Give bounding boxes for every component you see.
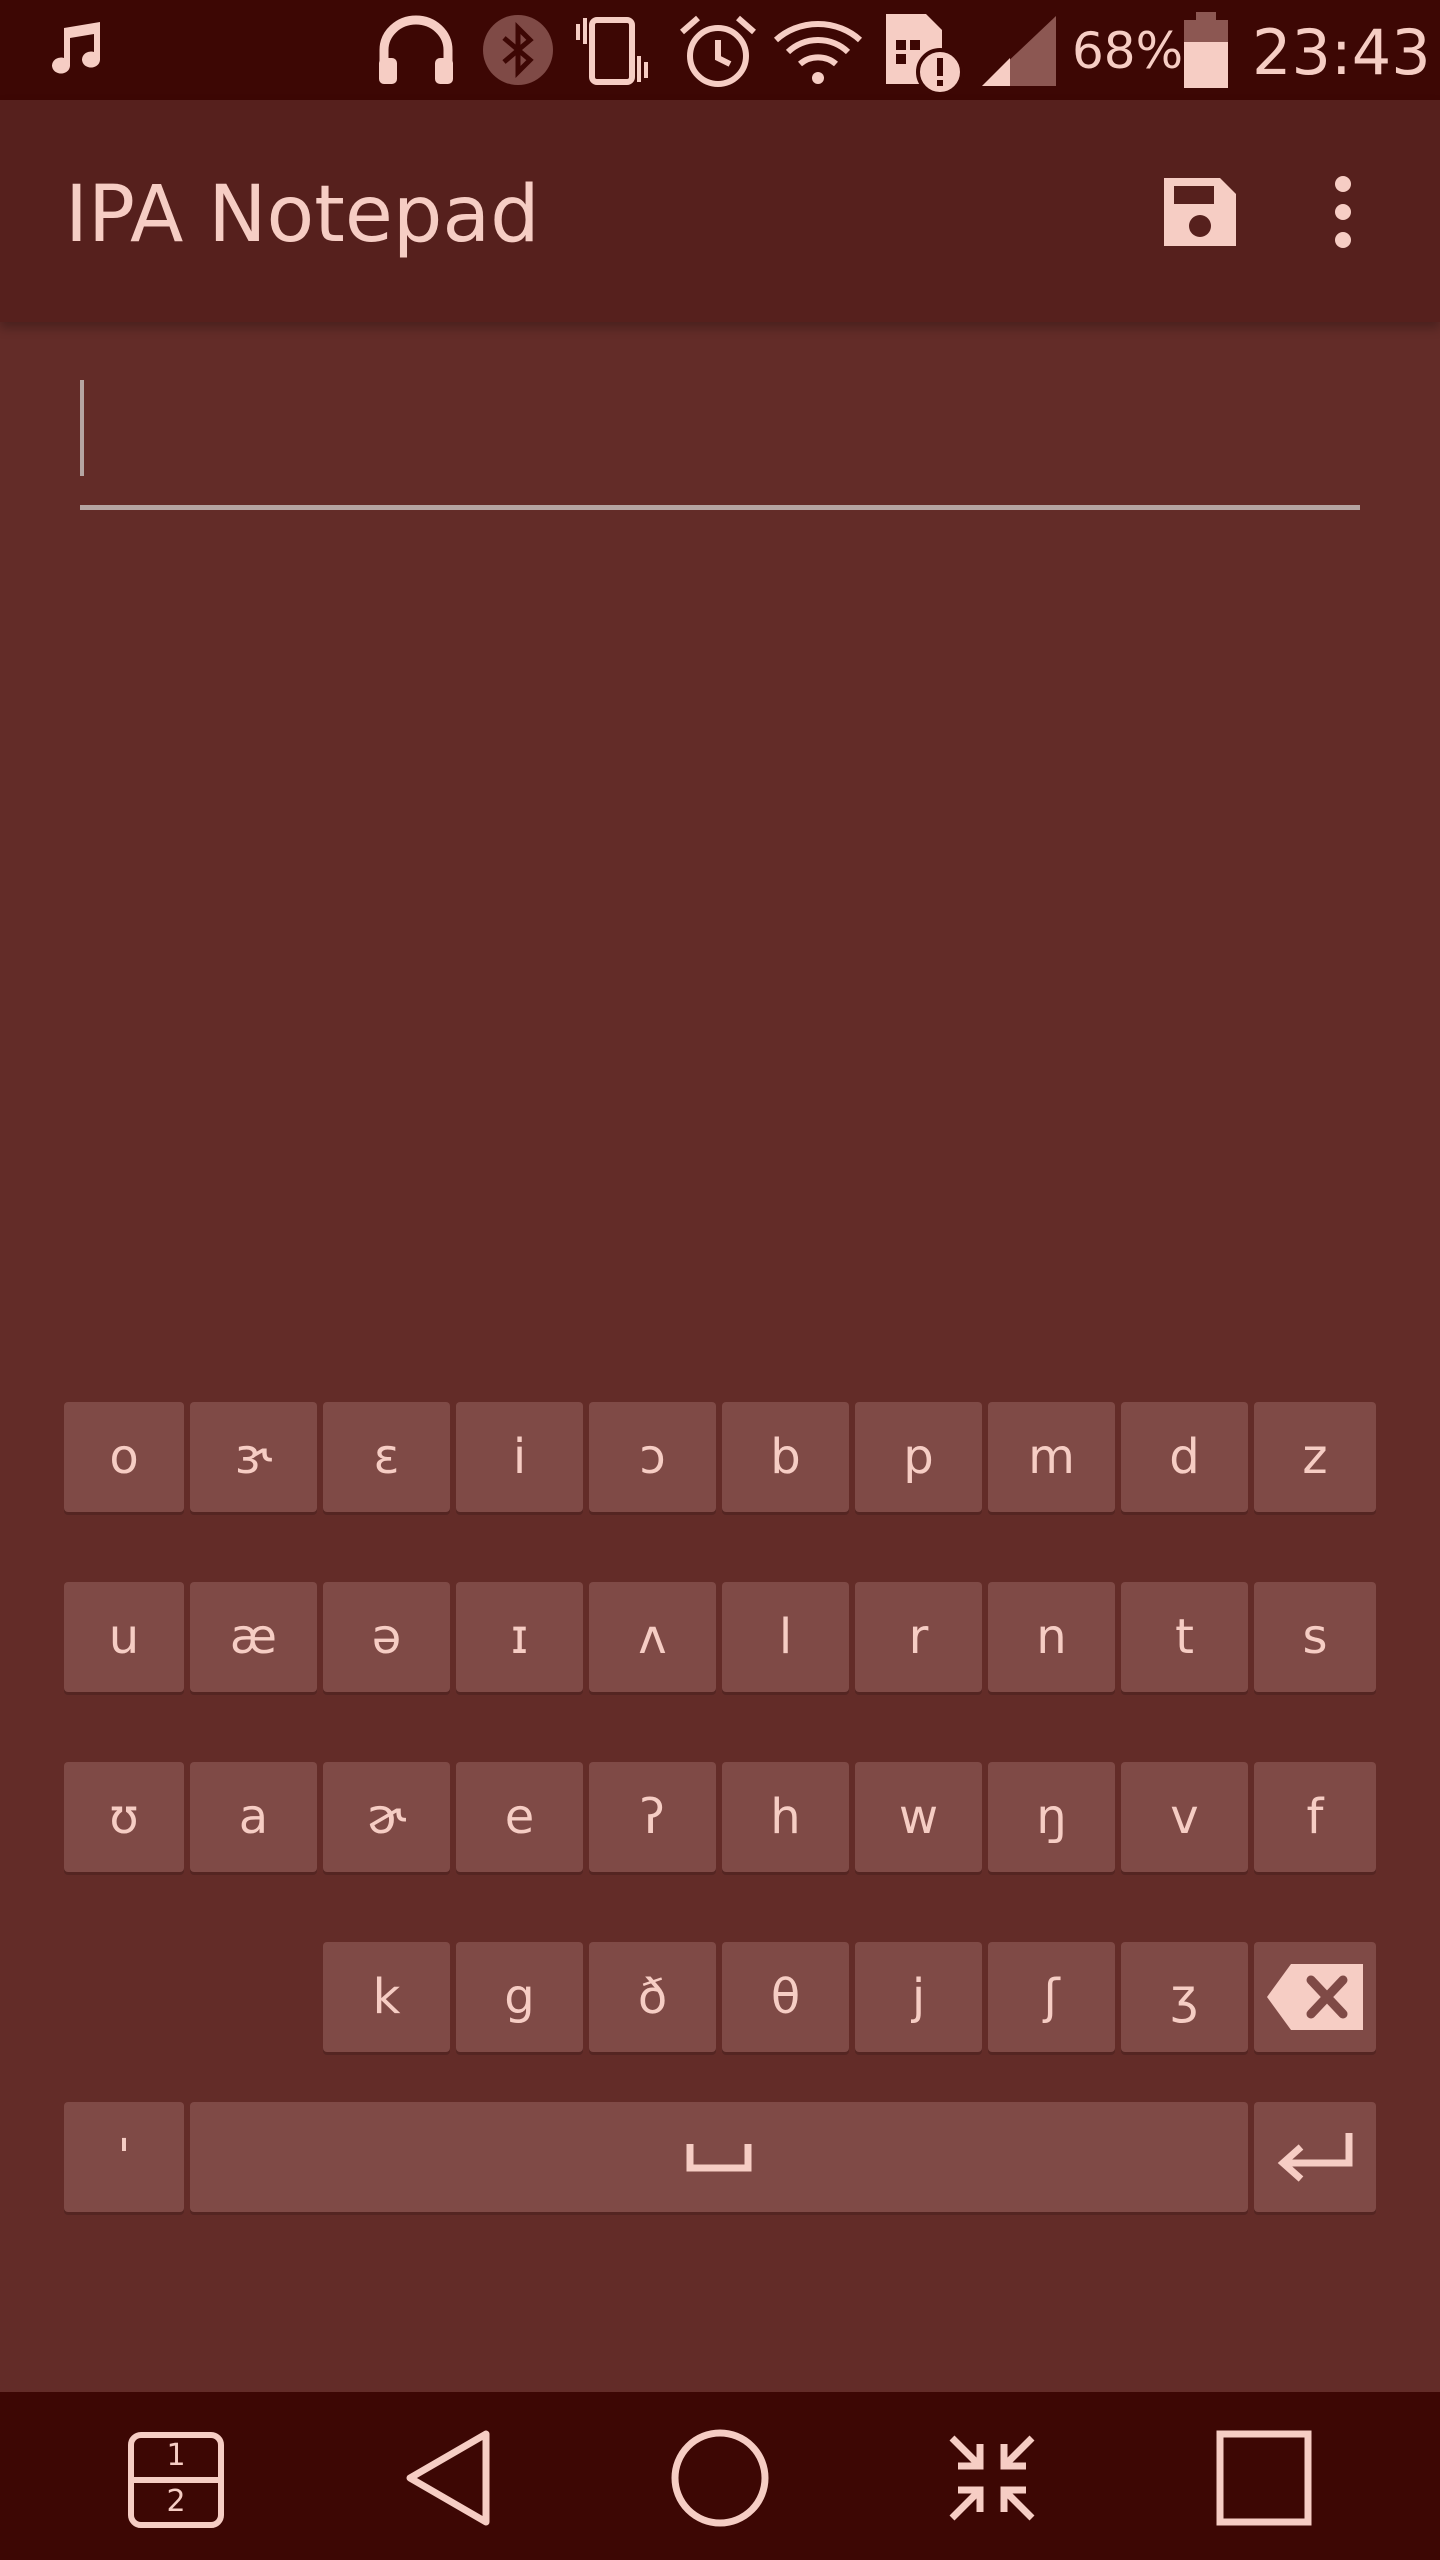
key-schwa[interactable]: ə <box>323 1582 450 1692</box>
bluetooth-icon <box>483 15 553 85</box>
key-w[interactable]: w <box>855 1762 982 1872</box>
key-k[interactable]: k <box>323 1942 450 2052</box>
key-upsilon[interactable]: ʊ <box>64 1762 184 1872</box>
headphones-icon <box>379 15 453 84</box>
text-caret <box>80 380 84 476</box>
ipa-text-field[interactable] <box>80 360 1360 510</box>
dual-window-top-label: 1 <box>166 2438 186 2473</box>
signal-icon <box>982 16 1056 86</box>
key-ae[interactable]: æ <box>190 1582 317 1692</box>
key-theta[interactable]: θ <box>722 1942 849 2052</box>
space-key[interactable] <box>190 2102 1248 2212</box>
key-h[interactable]: h <box>722 1762 849 1872</box>
key-t[interactable]: t <box>1121 1582 1248 1692</box>
battery-percent: 68% <box>1072 22 1184 80</box>
key-open-o[interactable]: ɔ <box>589 1402 716 1512</box>
back-icon[interactable] <box>402 2428 494 2528</box>
sim-alert-icon <box>886 14 964 96</box>
key-i[interactable]: i <box>456 1402 583 1512</box>
key-eth[interactable]: ð <box>589 1942 716 2052</box>
mini-view-icon[interactable] <box>944 2430 1040 2526</box>
dual-window-bottom-label: 2 <box>166 2484 186 2519</box>
status-bar: 68% 23:43 <box>0 0 1440 100</box>
backspace-icon <box>1267 1964 1363 2030</box>
key-v[interactable]: v <box>1121 1762 1248 1872</box>
key-d[interactable]: d <box>1121 1402 1248 1512</box>
clock: 23:43 <box>1252 16 1431 89</box>
key-glottal-stop[interactable]: ʔ <box>589 1762 716 1872</box>
key-turned-v[interactable]: ʌ <box>589 1582 716 1692</box>
key-z[interactable]: z <box>1254 1402 1376 1512</box>
wifi-icon <box>773 21 863 84</box>
key-l[interactable]: l <box>722 1582 849 1692</box>
key-esh[interactable]: ʃ <box>988 1942 1115 2052</box>
key-rhotic-schwa[interactable]: ɚ <box>323 1762 450 1872</box>
key-n[interactable]: n <box>988 1582 1115 1692</box>
navigation-bar: 1 2 <box>0 2392 1440 2560</box>
key-rhotic-reversed-epsilon[interactable]: ɝ <box>190 1402 317 1512</box>
save-icon[interactable] <box>1160 174 1240 250</box>
app-bar: IPA Notepad <box>0 100 1440 322</box>
dual-window-button[interactable]: 1 2 <box>128 2432 224 2528</box>
key-s[interactable]: s <box>1254 1582 1376 1692</box>
backspace-key[interactable] <box>1254 1942 1376 2052</box>
home-icon[interactable] <box>670 2428 770 2528</box>
key-e[interactable]: e <box>456 1762 583 1872</box>
music-note-icon <box>52 22 100 74</box>
key-f[interactable]: f <box>1254 1762 1376 1872</box>
key-r[interactable]: r <box>855 1582 982 1692</box>
space-symbol-icon <box>686 2144 752 2172</box>
recents-icon[interactable] <box>1216 2430 1312 2526</box>
key-m[interactable]: m <box>988 1402 1115 1512</box>
stress-mark-key[interactable]: ' <box>64 2102 184 2212</box>
key-b[interactable]: b <box>722 1402 849 1512</box>
key-o[interactable]: o <box>64 1402 184 1512</box>
key-g[interactable]: g <box>456 1942 583 2052</box>
alarm-icon <box>680 15 756 87</box>
key-a[interactable]: a <box>190 1762 317 1872</box>
key-open-e[interactable]: ɛ <box>323 1402 450 1512</box>
battery-icon <box>1184 12 1228 88</box>
key-eng[interactable]: ŋ <box>988 1762 1115 1872</box>
overflow-menu-icon[interactable] <box>1328 172 1358 252</box>
vibrate-icon <box>576 17 648 85</box>
key-u[interactable]: u <box>64 1582 184 1692</box>
key-small-capital-i[interactable]: ɪ <box>456 1582 583 1692</box>
key-j[interactable]: j <box>855 1942 982 2052</box>
key-p[interactable]: p <box>855 1402 982 1512</box>
enter-icon <box>1277 2133 1353 2182</box>
enter-key[interactable] <box>1254 2102 1376 2212</box>
app-title: IPA Notepad <box>65 170 540 260</box>
key-ezh[interactable]: ʒ <box>1121 1942 1248 2052</box>
